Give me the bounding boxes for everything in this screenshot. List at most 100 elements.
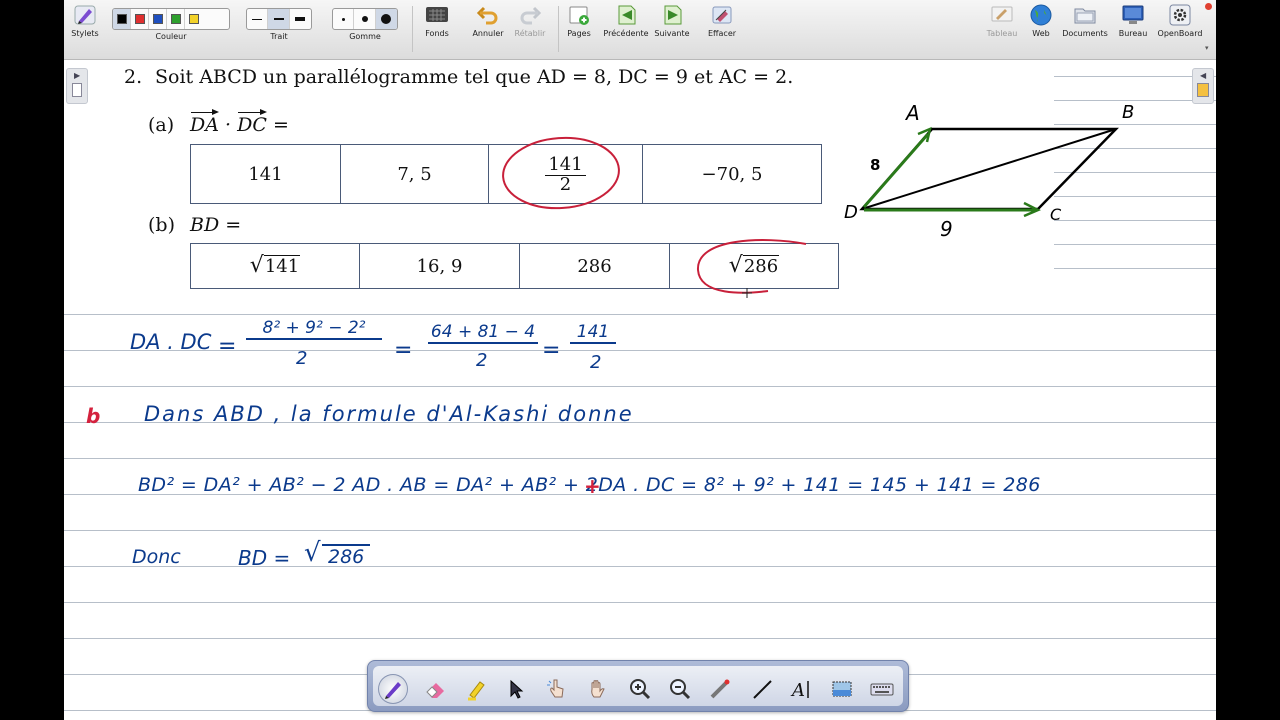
hand-equals[interactable]: = xyxy=(394,338,412,363)
web-button[interactable]: Web xyxy=(1024,3,1058,38)
capture-tool-button[interactable] xyxy=(827,674,857,704)
gomme-label: Gomme xyxy=(349,32,381,41)
eraser-size-picker: Gomme xyxy=(330,3,400,41)
color-black[interactable] xyxy=(113,9,131,29)
stroke-thin[interactable] xyxy=(247,9,269,29)
folder-icon xyxy=(1073,3,1097,27)
bureau-button[interactable]: Bureau xyxy=(1114,3,1152,38)
hand-frac1-den[interactable]: 2 xyxy=(296,348,307,369)
close-dot-icon[interactable] xyxy=(1205,3,1212,10)
eraser-small[interactable] xyxy=(333,9,355,29)
hand-frac2-den[interactable]: 2 xyxy=(476,350,487,371)
hand-tool-button[interactable] xyxy=(583,674,613,704)
openboard-menu-button[interactable]: OpenBoard xyxy=(1156,3,1204,38)
hand-bd-equals[interactable]: BD = xyxy=(238,546,290,570)
stroke-thick[interactable] xyxy=(290,9,311,29)
tableau-label: Tableau xyxy=(986,29,1018,38)
keyboard-icon xyxy=(870,683,894,696)
library-icon xyxy=(1197,83,1209,97)
hand-frac3-den[interactable]: 2 xyxy=(590,352,601,373)
laser-tool-button[interactable] xyxy=(705,674,735,704)
color-picker: Couleur xyxy=(112,3,230,41)
web-label: Web xyxy=(1032,29,1050,38)
board-page[interactable]: 2. Soit ABCD un parallélogramme tel que … xyxy=(64,60,1216,720)
openboard-window: Stylets Couleur Trait Gomme Fonds Annule… xyxy=(0,0,1280,720)
line-tool-button[interactable] xyxy=(747,674,777,704)
effacer-label: Effacer xyxy=(707,29,737,38)
annuler-button[interactable]: Annuler xyxy=(468,3,508,38)
hand-frac2-num[interactable]: 64 + 81 − 4 xyxy=(428,322,538,344)
pen-icon xyxy=(385,682,401,699)
zoom-in-icon xyxy=(630,679,651,700)
documents-button[interactable]: Documents xyxy=(1060,3,1110,38)
label-a: A xyxy=(904,101,920,125)
precedente-button[interactable]: Précédente xyxy=(600,3,652,38)
hand-equals[interactable]: = xyxy=(218,334,236,359)
ruled-line xyxy=(64,386,1216,387)
color-yellow[interactable] xyxy=(185,9,203,29)
marker-tool-button[interactable] xyxy=(461,674,491,704)
stroke-medium[interactable] xyxy=(268,9,290,29)
suivante-button[interactable]: Suivante xyxy=(650,3,694,38)
pen-tool-button[interactable] xyxy=(378,674,408,704)
annuler-label: Annuler xyxy=(472,29,504,38)
hand-286[interactable]: 286 xyxy=(322,544,371,568)
pages-thumbnail-icon xyxy=(72,83,82,97)
tableau-button[interactable]: Tableau xyxy=(982,3,1022,38)
eraser-medium[interactable] xyxy=(354,9,376,29)
stylets-button[interactable]: Stylets xyxy=(70,3,100,38)
hand-line2[interactable]: Dans ABD , la formule d'Al-Kashi donne xyxy=(144,402,634,426)
toolbar-divider xyxy=(412,6,413,52)
hand-equals[interactable]: = xyxy=(542,338,560,363)
cursor-arrow-icon xyxy=(510,679,524,699)
globe-icon xyxy=(1029,3,1053,27)
clear-page-icon xyxy=(710,3,734,27)
hand-donc[interactable]: Donc xyxy=(132,546,181,568)
fonds-button[interactable]: Fonds xyxy=(420,3,454,38)
hand-dadc[interactable]: DA . DC xyxy=(130,330,211,354)
crosshair-cursor-icon xyxy=(742,288,752,298)
eraser-large[interactable] xyxy=(375,9,397,29)
color-swatch-black xyxy=(116,14,127,24)
previous-page-icon xyxy=(614,3,638,27)
hand-frac3-num[interactable]: 141 xyxy=(570,322,616,344)
color-blue[interactable] xyxy=(149,9,167,29)
ruled-line xyxy=(64,350,1216,351)
color-swatch-red xyxy=(134,14,145,24)
next-page-icon xyxy=(660,3,684,27)
ruled-line xyxy=(64,566,1216,567)
label-length-9: 9 xyxy=(940,217,953,241)
pointing-hand-icon xyxy=(547,679,564,698)
ruled-line xyxy=(64,530,1216,531)
hand-frac1-num[interactable]: 8² + 9² − 2² xyxy=(246,318,382,340)
red-circle-b xyxy=(696,239,807,294)
text-tool-button[interactable]: A xyxy=(787,674,817,704)
right-panel-toggle[interactable]: ◀ xyxy=(1192,68,1214,104)
selector-tool-button[interactable] xyxy=(501,674,531,704)
color-green[interactable] xyxy=(167,9,185,29)
expand-left-icon: ◀ xyxy=(1200,71,1207,80)
color-red[interactable] xyxy=(131,9,149,29)
hand-sqrt-icon[interactable]: √ xyxy=(304,538,321,568)
zoom-in-tool-button[interactable] xyxy=(625,674,655,704)
left-panel-toggle[interactable]: ▶ xyxy=(66,68,88,104)
keyboard-tool-button[interactable] xyxy=(867,674,897,704)
interact-tool-button[interactable] xyxy=(541,674,571,704)
retablir-button[interactable]: Rétablir xyxy=(510,3,550,38)
zoom-out-tool-button[interactable] xyxy=(665,674,695,704)
hand-b-marker[interactable]: b xyxy=(86,404,100,428)
hand-red-plus[interactable]: + xyxy=(584,474,601,498)
eraser-tool-button[interactable] xyxy=(421,674,451,704)
stylets-label: Stylets xyxy=(71,29,99,38)
eraser-icon xyxy=(426,683,444,698)
pages-button[interactable]: Pages xyxy=(560,3,598,38)
parallelogram-figure: A B D C 8 9 xyxy=(844,101,1134,241)
line-icon xyxy=(753,680,772,699)
color-swatch-green xyxy=(170,14,181,24)
hand-icon xyxy=(591,680,605,698)
pages-label: Pages xyxy=(567,29,591,38)
undo-icon xyxy=(476,3,500,27)
effacer-button[interactable]: Effacer xyxy=(702,3,742,38)
couleur-label: Couleur xyxy=(155,32,187,41)
red-circle-a xyxy=(502,136,620,210)
